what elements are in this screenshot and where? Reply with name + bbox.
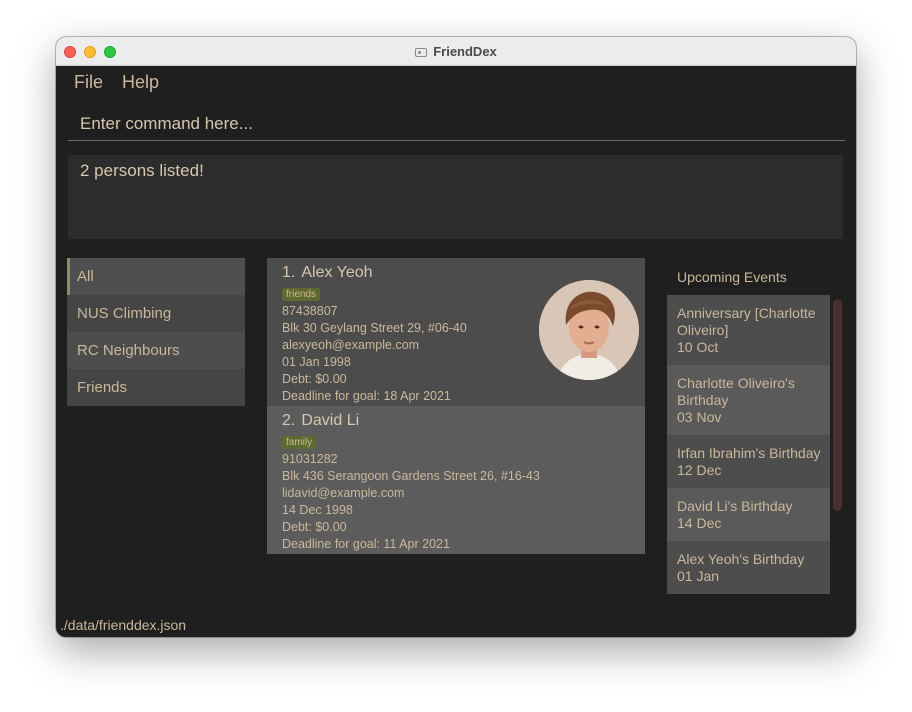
command-box <box>68 107 845 141</box>
person-card[interactable]: 1. Alex Yeoh friends 87438807 Blk 30 Geyl… <box>267 258 645 406</box>
event-item[interactable]: Anniversary [Charlotte Oliveiro] 10 Oct <box>667 295 830 365</box>
app-window: FriendDex File Help 2 persons listed! Al… <box>56 37 856 637</box>
person-goal-deadline: Deadline for goal: 18 Apr 2021 <box>282 389 451 403</box>
person-phone: 91031282 <box>282 452 338 466</box>
event-date: 03 Nov <box>677 409 722 425</box>
event-title: Alex Yeoh's Birthday <box>677 551 805 567</box>
person-index: 1. <box>282 264 296 281</box>
group-list: All NUS Climbing RC Neighbours Friends <box>67 258 245 406</box>
person-tag: family <box>282 436 317 449</box>
menu-help[interactable]: Help <box>122 72 159 93</box>
event-item[interactable]: Alex Yeoh's Birthday 01 Jan <box>667 541 830 594</box>
avatar-portrait-image <box>539 280 639 380</box>
person-debt: Debt: $0.00 <box>282 520 347 534</box>
event-list: Anniversary [Charlotte Oliveiro] 10 Oct … <box>667 295 830 601</box>
app-image-icon <box>415 48 428 57</box>
person-email: lidavid@example.com <box>282 486 405 500</box>
upcoming-events-title: Upcoming Events <box>677 269 787 285</box>
window-title: FriendDex <box>433 44 497 59</box>
event-title: Irfan Ibrahim's Birthday <box>677 445 821 461</box>
event-title-line-1: Anniversary [Charlotte <box>677 305 816 321</box>
person-name: Alex Yeoh <box>301 264 373 281</box>
command-input[interactable] <box>68 107 845 140</box>
event-title-line-2: Oliveiro] <box>677 322 729 338</box>
menu-bar: File Help <box>56 66 856 100</box>
person-tag: friends <box>282 288 321 301</box>
event-title-line-2: Birthday <box>677 392 729 408</box>
event-list-scrollbar[interactable] <box>833 299 842 511</box>
event-date: 10 Oct <box>677 339 719 355</box>
event-item[interactable]: Charlotte Oliveiro's Birthday 03 Nov <box>667 365 830 435</box>
person-card[interactable]: 2. David Li family 91031282 Blk 436 Seran… <box>267 406 645 554</box>
event-title-line-1: Charlotte Oliveiro's <box>677 375 795 391</box>
group-item-all[interactable]: All <box>67 258 245 295</box>
status-bar-file-path: ./data/frienddex.json <box>60 617 187 633</box>
event-item[interactable]: Irfan Ibrahim's Birthday 12 Dec <box>667 435 830 488</box>
person-name-row: 2. David Li <box>282 412 645 432</box>
event-item[interactable]: David Li's Birthday 14 Dec <box>667 488 830 541</box>
event-date: 01 Jan <box>677 568 720 584</box>
person-goal-deadline: Deadline for goal: 11 Apr 2021 <box>282 537 450 551</box>
event-date: 14 Dec <box>677 515 722 531</box>
avatar <box>539 280 639 380</box>
group-item-nus-climbing[interactable]: NUS Climbing <box>67 295 245 332</box>
event-title: David Li's Birthday <box>677 498 793 514</box>
group-item-rc-neighbours[interactable]: RC Neighbours <box>67 332 245 369</box>
person-name: David Li <box>301 412 360 429</box>
window-title-wrap: FriendDex <box>56 44 856 59</box>
person-list: 1. Alex Yeoh friends 87438807 Blk 30 Geyl… <box>267 258 645 554</box>
title-bar: FriendDex <box>56 37 856 66</box>
result-message: 2 persons listed! <box>80 161 204 180</box>
person-birthday: 14 Dec 1998 <box>282 503 353 517</box>
event-date: 12 Dec <box>677 462 722 478</box>
group-item-friends[interactable]: Friends <box>67 369 245 406</box>
person-address: Blk 436 Serangoon Gardens Street 26, #16… <box>282 469 540 483</box>
person-index: 2. <box>282 412 296 429</box>
menu-file[interactable]: File <box>74 72 103 93</box>
result-display: 2 persons listed! <box>68 155 843 239</box>
